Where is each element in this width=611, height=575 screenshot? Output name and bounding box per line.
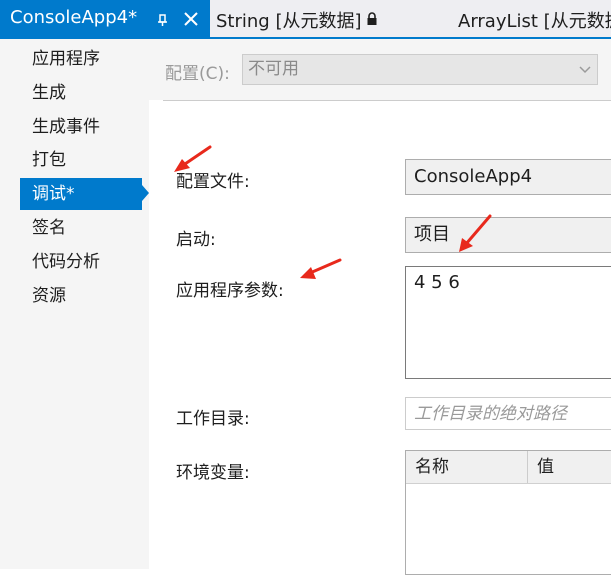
- configuration-select: 不可用: [242, 54, 598, 85]
- profile-select[interactable]: ConsoleApp4: [405, 159, 611, 195]
- working-directory-placeholder: 工作目录的绝对路径: [414, 404, 567, 424]
- document-tab-strip: ConsoleApp4* String [从元数据] ArrayList [从元…: [0, 0, 611, 37]
- profile-value: ConsoleApp4: [414, 166, 533, 187]
- tab-arraylist-metadata[interactable]: ArrayList [从元数据]: [458, 7, 611, 33]
- sidebar-item-application[interactable]: 应用程序: [20, 43, 142, 75]
- divider: [163, 100, 611, 101]
- sidebar-item-build-events[interactable]: 生成事件: [20, 111, 142, 143]
- annotation-arrow-icon: [174, 145, 212, 172]
- column-header-value[interactable]: 值: [528, 451, 554, 483]
- sidebar-item-build[interactable]: 生成: [20, 77, 142, 109]
- configuration-label: 配置(C):: [165, 64, 230, 84]
- app-arguments-value: 4 5 6: [414, 272, 460, 293]
- environment-grid-header: 名称 值: [406, 451, 611, 484]
- sidebar-item-signing[interactable]: 签名: [20, 212, 142, 244]
- column-header-name[interactable]: 名称: [406, 451, 449, 483]
- app-arguments-label: 应用程序参数:: [176, 281, 284, 301]
- sidebar-item-code-analysis[interactable]: 代码分析: [20, 246, 142, 278]
- sidebar-item-package[interactable]: 打包: [20, 144, 142, 176]
- working-directory-input[interactable]: 工作目录的绝对路径: [405, 397, 611, 430]
- annotation-arrow-icon: [300, 258, 342, 279]
- pin-icon[interactable]: [156, 12, 170, 26]
- chevron-down-icon: [579, 66, 591, 74]
- configuration-value: 不可用: [248, 59, 299, 79]
- working-directory-label: 工作目录:: [176, 409, 250, 429]
- annotation-arrow-icon: [459, 214, 492, 252]
- sidebar-item-resources[interactable]: 资源: [20, 280, 142, 312]
- tab-consoleapp4-label: ConsoleApp4*: [10, 7, 138, 28]
- launch-value: 项目: [414, 224, 450, 245]
- launch-label: 启动:: [176, 230, 216, 250]
- tab-consoleapp4[interactable]: ConsoleApp4*: [0, 0, 210, 37]
- tab-string-metadata[interactable]: String [从元数据]: [216, 7, 362, 33]
- sidebar-item-debug[interactable]: 调试*: [20, 178, 142, 210]
- launch-select[interactable]: 项目: [405, 217, 611, 253]
- app-arguments-textarea[interactable]: 4 5 6: [405, 266, 611, 379]
- environment-variables-label: 环境变量:: [176, 463, 250, 483]
- lock-icon: [367, 12, 377, 25]
- close-icon[interactable]: [183, 11, 199, 27]
- selected-pointer: [142, 185, 149, 201]
